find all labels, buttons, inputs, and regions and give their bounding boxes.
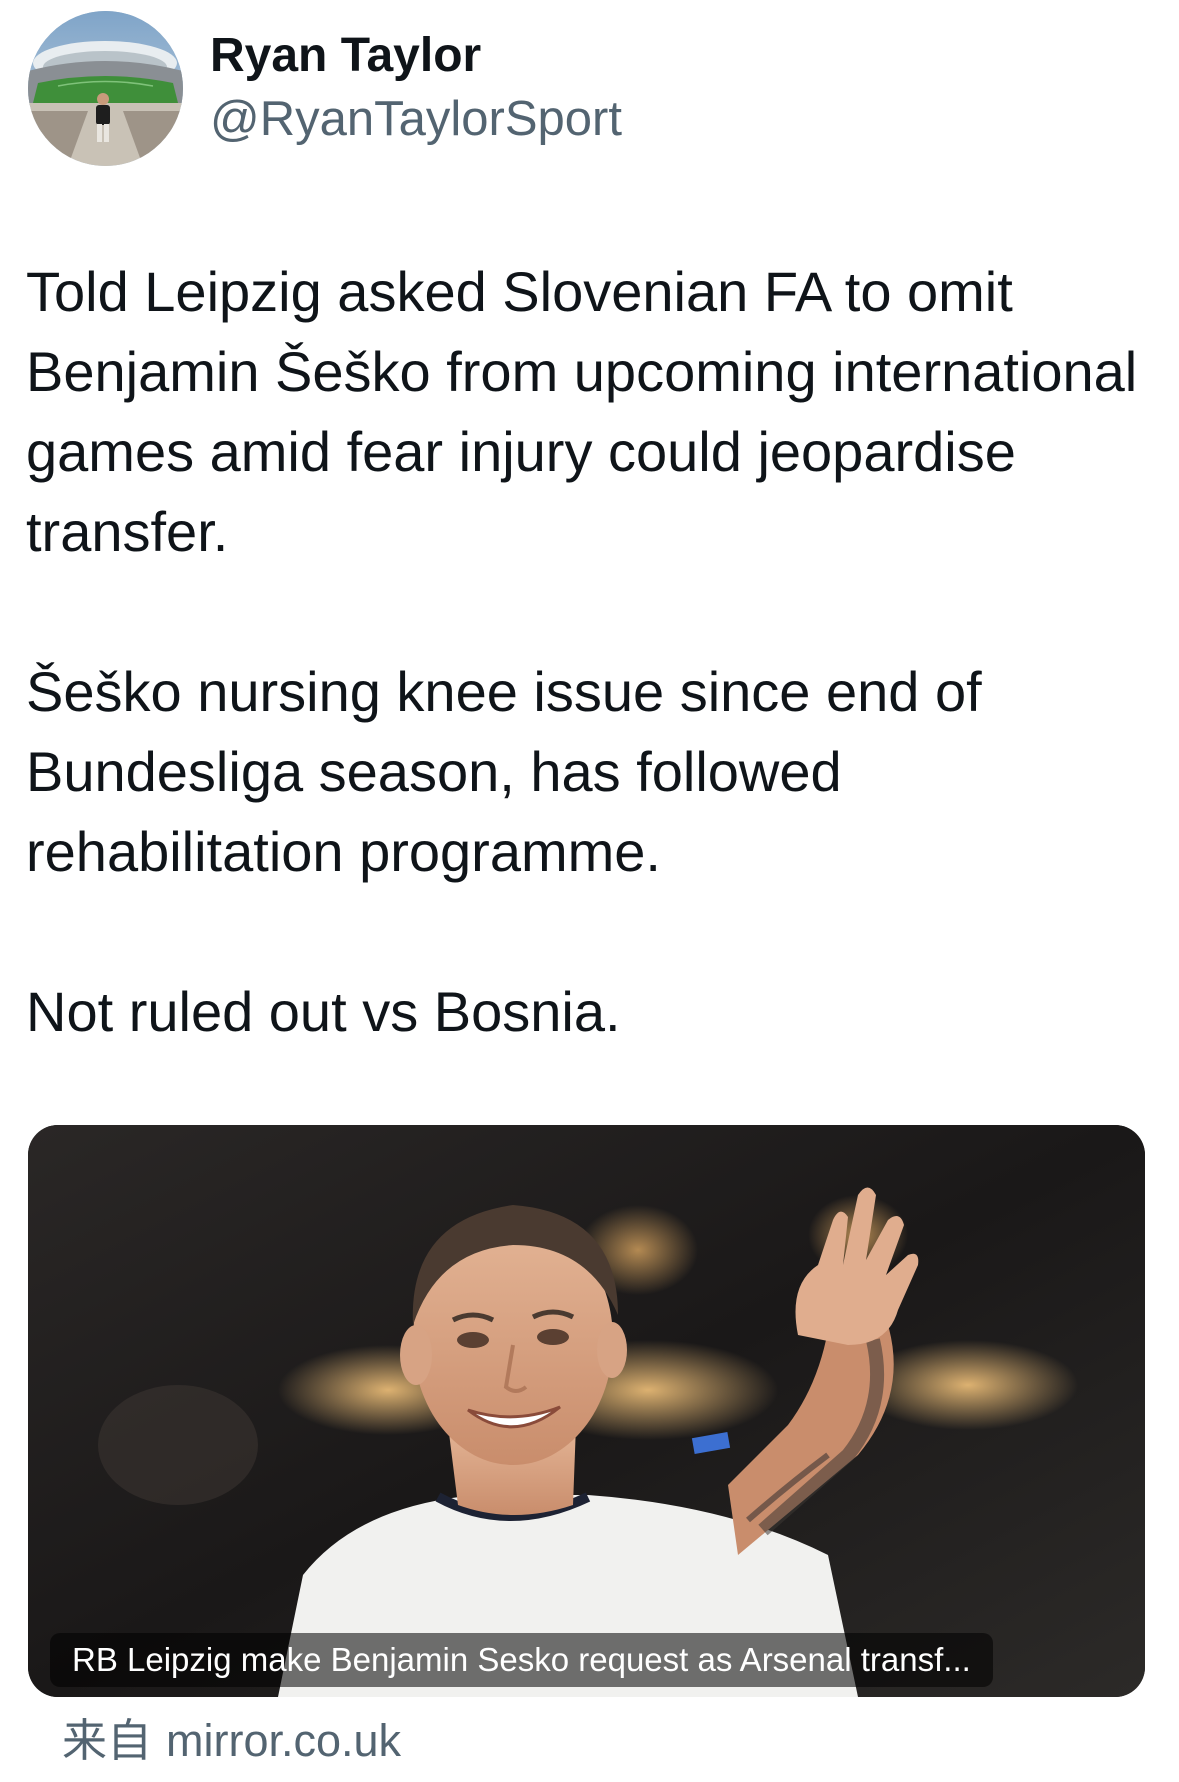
link-card[interactable]: RB Leipzig make Benjamin Sesko request a… — [28, 1125, 1145, 1697]
author-handle[interactable]: @RyanTaylorSport — [210, 89, 622, 149]
author-name[interactable]: Ryan Taylor — [210, 26, 481, 86]
tweet-paragraph: Šeško nursing knee issue since end of Bu… — [26, 660, 982, 883]
tweet-paragraph: Not ruled out vs Bosnia. — [26, 980, 621, 1043]
avatar[interactable] — [28, 11, 183, 166]
link-source[interactable]: 来自 mirror.co.uk — [62, 1710, 401, 1772]
source-domain[interactable]: mirror.co.uk — [166, 1715, 401, 1766]
card-photo — [28, 1125, 1145, 1697]
tweet-text: Told Leipzig asked Slovenian FA to omit … — [26, 252, 1166, 1052]
tweet-paragraph: Told Leipzig asked Slovenian FA to omit … — [26, 260, 1138, 563]
source-prefix: 来自 — [62, 1715, 153, 1766]
avatar-image — [28, 11, 183, 166]
card-caption: RB Leipzig make Benjamin Sesko request a… — [50, 1633, 993, 1687]
